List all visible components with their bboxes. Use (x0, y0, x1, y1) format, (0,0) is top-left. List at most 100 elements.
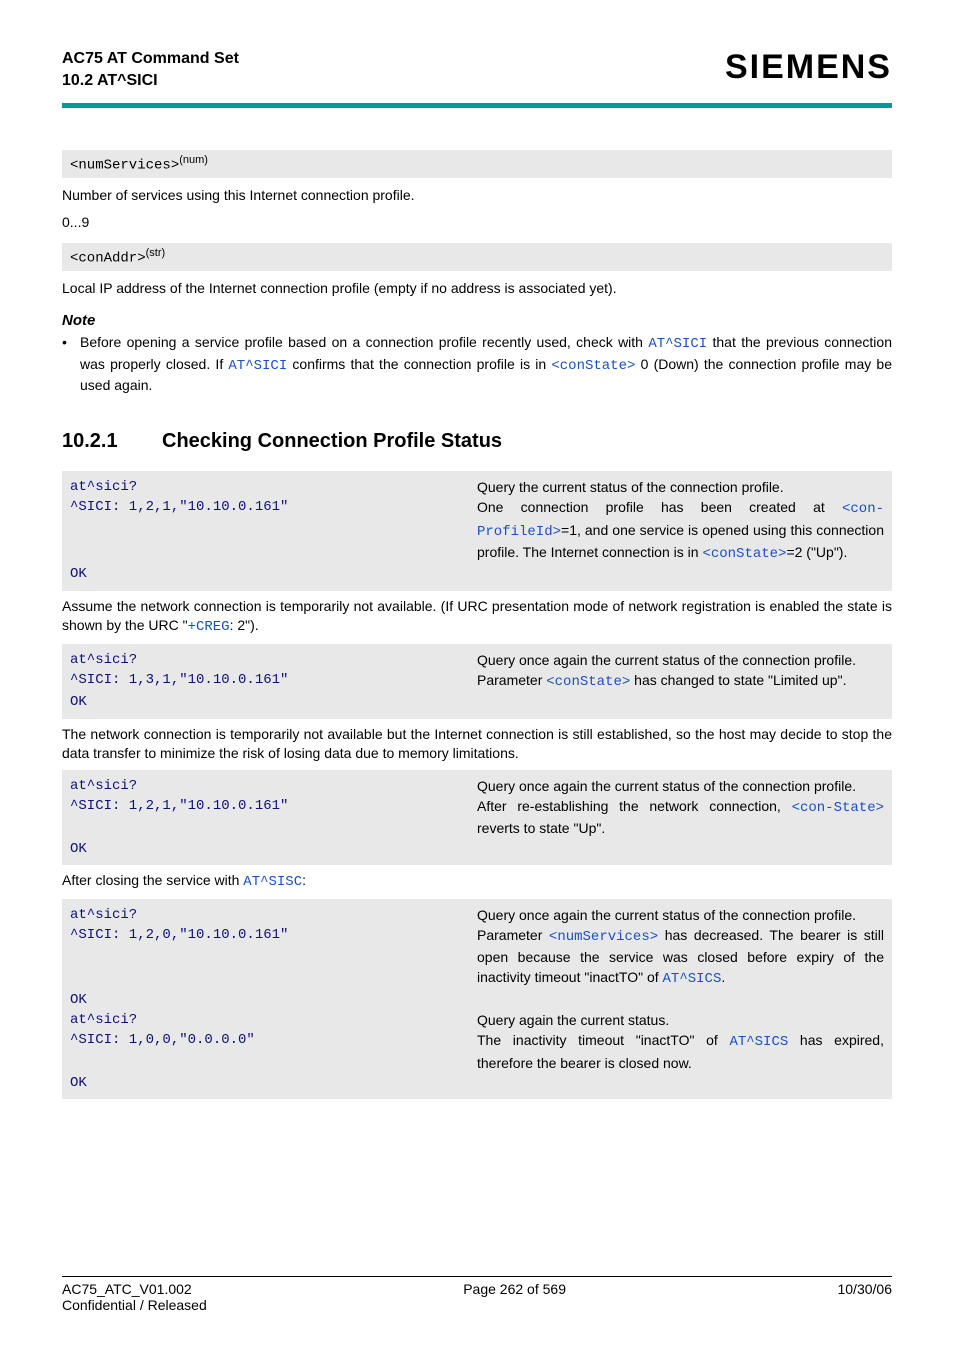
at-response: ^SICI: 1,3,1,"10.10.0.161" (70, 670, 477, 692)
empty (477, 839, 884, 859)
empty (477, 564, 884, 584)
section-number: 10.2.1 (62, 430, 162, 453)
constate-link[interactable]: <conState> (551, 358, 635, 374)
text-part: has changed to state "Limited up". (630, 672, 846, 688)
example-row: at^sici? Query the current status of the… (70, 477, 884, 497)
text-part: One connection profile has been created … (477, 499, 842, 515)
footer-divider (62, 1276, 892, 1277)
example-block-4: at^sici? Query once again the current st… (62, 899, 892, 1100)
header-divider (62, 103, 892, 108)
example-block-2: at^sici? Query once again the current st… (62, 644, 892, 719)
footer-row-2: Confidential / Released (62, 1297, 892, 1313)
text-part: : (302, 872, 306, 888)
narrative-1: Assume the network connection is tempora… (62, 597, 892, 638)
at-sics-link[interactable]: AT^SICS (729, 1034, 788, 1050)
section-heading: 10.2.1Checking Connection Profile Status (62, 430, 892, 453)
at-command: at^sici? (70, 477, 477, 497)
at-response-desc: The inactivity timeout "inactTO" of AT^S… (477, 1030, 884, 1073)
note-text-part: Before opening a service profile based o… (80, 334, 648, 350)
param-numservices: <numServices>(num) (62, 150, 892, 178)
example-row: OK (70, 990, 884, 1010)
creg-link[interactable]: +CREG (188, 619, 230, 635)
example-block-3: at^sici? Query once again the current st… (62, 770, 892, 865)
example-row: OK (70, 564, 884, 584)
param-numservices-desc: Number of services using this Internet c… (62, 186, 892, 206)
constate-link[interactable]: <con-State> (792, 800, 884, 816)
text-part: The inactivity timeout "inactTO" of (477, 1032, 729, 1048)
section-title: Checking Connection Profile Status (162, 430, 502, 452)
at-sici-link[interactable]: AT^SICI (648, 336, 707, 352)
example-row: ^SICI: 1,2,1,"10.10.0.161" One connectio… (70, 497, 884, 564)
at-response-desc: Query again the current status. (477, 1010, 884, 1030)
param-conaddr: <conAddr>(str) (62, 243, 892, 271)
text-part: reverts to state "Up". (477, 820, 605, 836)
param-conaddr-desc: Local IP address of the Internet connect… (62, 279, 892, 299)
example-row: at^sici? Query once again the current st… (70, 776, 884, 796)
text-part: After re-establishing the network connec… (477, 798, 792, 814)
note-text: Before opening a service profile based o… (80, 333, 892, 396)
text-part: =2 ("Up"). (786, 544, 847, 560)
narrative-2: The network connection is temporarily no… (62, 725, 892, 764)
numservices-link[interactable]: <numServices> (549, 929, 658, 945)
empty (477, 990, 884, 1010)
text-part: Parameter (477, 672, 546, 688)
at-sisc-link[interactable]: AT^SISC (243, 874, 302, 890)
footer-confidential: Confidential / Released (62, 1297, 207, 1313)
text-part: : 2"). (230, 617, 259, 633)
at-response: ^SICI: 1,0,0,"0.0.0.0" (70, 1030, 477, 1073)
doc-title: AC75 AT Command Set (62, 48, 239, 70)
text-part: Parameter (477, 927, 549, 943)
footer-right: 10/30/06 (837, 1281, 892, 1297)
empty (477, 1073, 884, 1093)
at-response: ^SICI: 1,2,0,"10.10.0.161" (70, 925, 477, 990)
example-row: ^SICI: 1,2,0,"10.10.0.161" Parameter <nu… (70, 925, 884, 990)
doc-section-ref: 10.2 AT^SICI (62, 70, 239, 92)
example-row: ^SICI: 1,3,1,"10.10.0.161" Parameter <co… (70, 670, 884, 692)
example-row: ^SICI: 1,2,1,"10.10.0.161" After re-esta… (70, 796, 884, 839)
constate-link[interactable]: <conState> (546, 674, 630, 690)
footer-center: Page 262 of 569 (463, 1281, 566, 1297)
note-text-part: confirms that the connection profile is … (287, 356, 551, 372)
param-numservices-name: <numServices> (70, 158, 179, 174)
footer-row-1: AC75_ATC_V01.002 Page 262 of 569 10/30/0… (62, 1281, 892, 1297)
example-row: OK (70, 692, 884, 712)
at-sici-link[interactable]: AT^SICI (228, 358, 287, 374)
at-response-desc: One connection profile has been created … (477, 497, 884, 564)
at-response: ^SICI: 1,2,1,"10.10.0.161" (70, 796, 477, 839)
narrative-3: After closing the service with AT^SISC: (62, 871, 892, 893)
at-command: at^sici? (70, 1010, 477, 1030)
at-response: ^SICI: 1,2,1,"10.10.0.161" (70, 497, 477, 564)
param-numservices-range: 0...9 (62, 213, 892, 233)
empty (477, 692, 884, 712)
constate-link[interactable]: <conState> (702, 546, 786, 562)
at-command: at^sici? (70, 905, 477, 925)
at-ok: OK (70, 564, 477, 584)
at-response-desc: Query once again the current status of t… (477, 650, 884, 670)
example-row: OK (70, 839, 884, 859)
param-conaddr-type: (str) (146, 247, 166, 259)
note-list: • Before opening a service profile based… (62, 333, 892, 396)
at-sics-link[interactable]: AT^SICS (663, 971, 722, 987)
param-numservices-type: (num) (179, 154, 208, 166)
brand-logo: SIEMENS (725, 48, 892, 87)
at-response-desc: Query once again the current status of t… (477, 905, 884, 925)
at-response-desc: Parameter <numServices> has decreased. T… (477, 925, 884, 990)
at-response-desc: After re-establishing the network connec… (477, 796, 884, 839)
param-conaddr-name: <conAddr> (70, 251, 146, 267)
page-header: AC75 AT Command Set 10.2 AT^SICI SIEMENS (62, 48, 892, 91)
at-response-desc: Query the current status of the connecti… (477, 477, 884, 497)
at-response-desc: Query once again the current status of t… (477, 776, 884, 796)
page: AC75 AT Command Set 10.2 AT^SICI SIEMENS… (0, 0, 954, 1351)
page-footer: AC75_ATC_V01.002 Page 262 of 569 10/30/0… (62, 1276, 892, 1313)
footer-left: AC75_ATC_V01.002 (62, 1281, 192, 1297)
at-command: at^sici? (70, 776, 477, 796)
at-ok: OK (70, 990, 477, 1010)
header-left: AC75 AT Command Set 10.2 AT^SICI (62, 48, 239, 91)
at-ok: OK (70, 692, 477, 712)
example-row: OK (70, 1073, 884, 1093)
note-heading: Note (62, 312, 892, 329)
example-block-1: at^sici? Query the current status of the… (62, 471, 892, 590)
text-part: . (721, 969, 725, 985)
example-row: at^sici? Query again the current status. (70, 1010, 884, 1030)
at-response-desc: Parameter <conState> has changed to stat… (477, 670, 884, 692)
